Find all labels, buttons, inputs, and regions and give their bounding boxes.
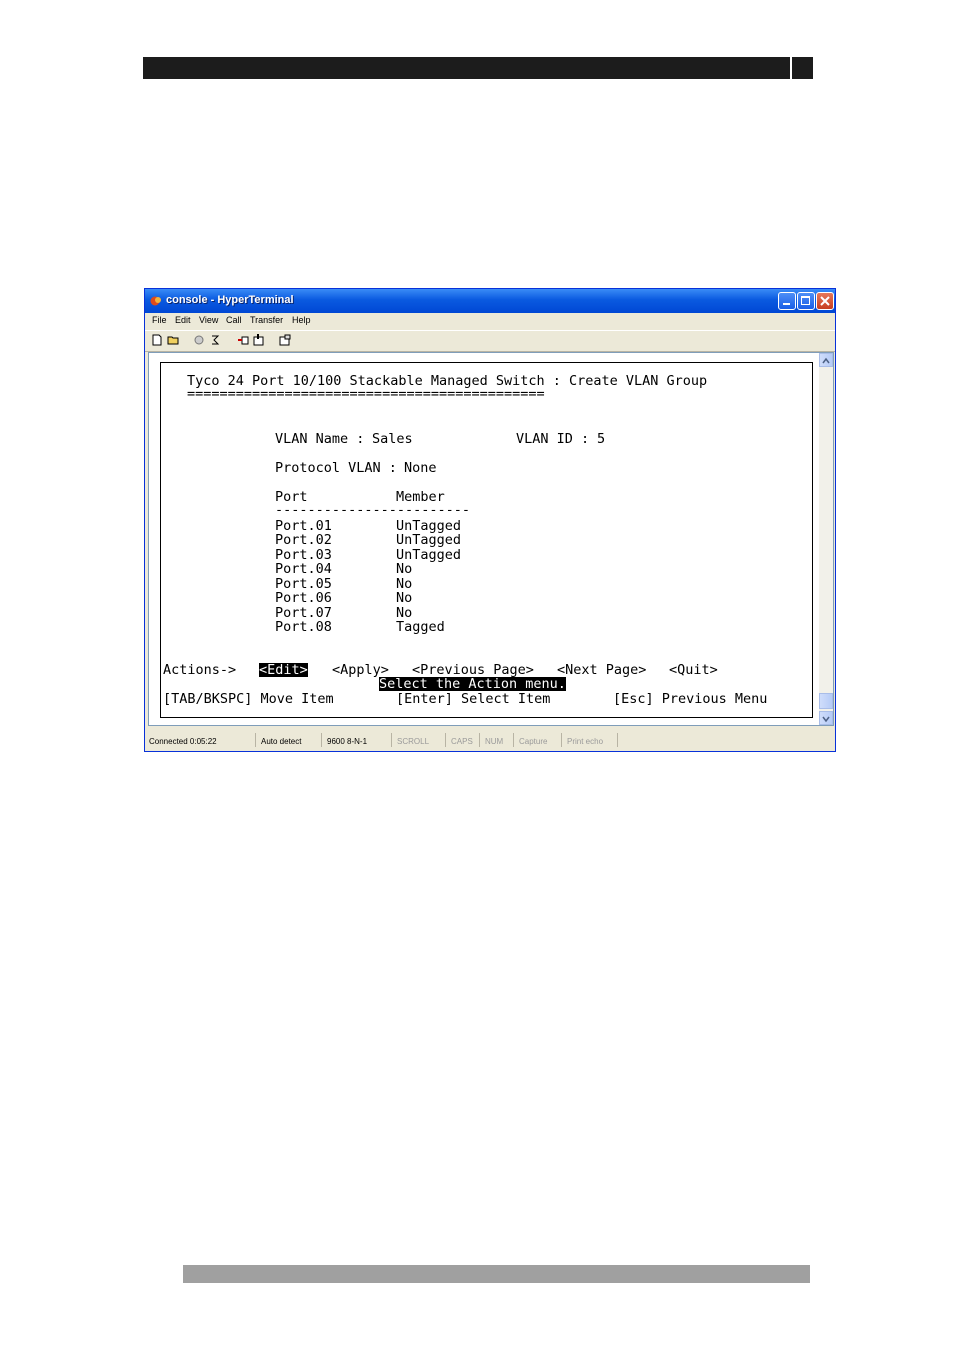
caps-indicator: CAPS: [451, 737, 473, 746]
num-indicator: NUM: [485, 737, 504, 746]
disconnect-icon[interactable]: [193, 334, 205, 346]
hyperterminal-window: console - HyperTerminal File Edit View C…: [144, 288, 836, 752]
apply-action[interactable]: <Apply>: [332, 663, 389, 677]
actions-label: Actions->: [163, 662, 237, 678]
table-row-port: Port.07: [275, 605, 332, 621]
port-settings: 9600 8-N-1: [327, 737, 368, 746]
capture-indicator: Capture: [519, 737, 548, 746]
chevron-up-icon: [822, 357, 830, 364]
status-divider: [255, 733, 256, 747]
close-button[interactable]: [816, 292, 834, 310]
help-move-item: [TAB/BKSPC] Move Item: [163, 691, 334, 707]
minimize-button[interactable]: [778, 292, 796, 310]
help-previous-menu: [Esc] Previous Menu: [613, 691, 768, 707]
vlan-id-value[interactable]: 5: [597, 432, 605, 446]
menu-view[interactable]: View: [199, 315, 218, 325]
status-bar: Connected 0:05:22 Auto detect 9600 8-N-1…: [145, 730, 835, 750]
table-row-port: Port.05: [275, 576, 332, 592]
call-icon[interactable]: [209, 334, 221, 346]
terminal-area[interactable]: Tyco 24 Port 10/100 Stackable Managed Sw…: [148, 352, 834, 726]
new-icon[interactable]: [151, 334, 163, 346]
table-row-port: Port.06: [275, 590, 332, 606]
menu-call[interactable]: Call: [226, 315, 242, 325]
status-divider: [513, 733, 514, 747]
properties-icon[interactable]: [279, 334, 291, 346]
receive-icon[interactable]: [253, 334, 265, 346]
menu-transfer[interactable]: Transfer: [250, 315, 283, 325]
status-divider: [617, 733, 618, 747]
minimize-icon: [783, 303, 790, 305]
menu-file[interactable]: File: [152, 315, 167, 325]
table-row-port: Port.08: [275, 619, 332, 635]
next-page-action[interactable]: <Next Page>: [557, 663, 646, 677]
open-icon[interactable]: [167, 334, 179, 346]
page-footer-bar: [183, 1265, 810, 1283]
connection-time: Connected 0:05:22: [149, 737, 217, 746]
table-row-port: Port.04: [275, 561, 332, 577]
vertical-scrollbar[interactable]: [819, 353, 833, 725]
print-echo-indicator: Print echo: [567, 737, 604, 746]
page-header-divider: [790, 57, 792, 79]
toolbar: [145, 330, 835, 352]
status-divider: [561, 733, 562, 747]
table-row-port: Port.02: [275, 532, 332, 548]
page-header-bar: [143, 57, 813, 79]
send-icon[interactable]: [237, 334, 249, 346]
table-row-port: Port.01: [275, 518, 332, 534]
scroll-up-button[interactable]: [819, 353, 833, 367]
edit-action[interactable]: <Edit>: [259, 663, 308, 677]
quit-action[interactable]: <Quit>: [669, 663, 718, 677]
previous-page-action[interactable]: <Previous Page>: [412, 663, 534, 677]
scroll-thumb[interactable]: [819, 693, 833, 709]
maximize-icon: [801, 296, 810, 305]
heading-underline: ========================================…: [187, 386, 545, 402]
scroll-indicator: SCROLL: [397, 737, 430, 746]
table-row-member[interactable]: No: [396, 562, 412, 576]
hyperterminal-icon: [150, 296, 161, 306]
table-row-member[interactable]: No: [396, 577, 412, 591]
maximize-button[interactable]: [797, 292, 815, 310]
protocol-vlan-label: Protocol VLAN :: [275, 460, 397, 476]
close-icon: [820, 296, 830, 306]
protocol-vlan-value[interactable]: None: [404, 461, 437, 475]
table-row-member[interactable]: No: [396, 606, 412, 620]
menu-help[interactable]: Help: [292, 315, 311, 325]
title-bar[interactable]: console - HyperTerminal: [145, 289, 835, 313]
table-rule: ------------------------: [275, 502, 471, 518]
vlan-name-label: VLAN Name :: [275, 431, 365, 447]
auto-detect: Auto detect: [261, 737, 302, 746]
status-message: Select the Action menu.: [379, 676, 566, 692]
scroll-down-button[interactable]: [819, 711, 833, 725]
status-divider: [321, 733, 322, 747]
window-title: console - HyperTerminal: [166, 294, 294, 306]
menu-bar: File Edit View Call Transfer Help: [145, 313, 835, 329]
vlan-name-value[interactable]: Sales: [372, 432, 413, 446]
table-row-member[interactable]: No: [396, 591, 412, 605]
vlan-id-label: VLAN ID :: [516, 431, 590, 447]
status-divider: [445, 733, 446, 747]
chevron-down-icon: [822, 716, 830, 723]
status-divider: [479, 733, 480, 747]
table-row-port: Port.03: [275, 547, 332, 563]
menu-edit[interactable]: Edit: [175, 315, 191, 325]
table-row-member[interactable]: Tagged: [396, 620, 445, 634]
help-select-item: [Enter] Select Item: [396, 691, 551, 707]
table-row-member[interactable]: UnTagged: [396, 519, 461, 533]
table-row-member[interactable]: UnTagged: [396, 548, 461, 562]
table-row-member[interactable]: UnTagged: [396, 533, 461, 547]
status-divider: [391, 733, 392, 747]
